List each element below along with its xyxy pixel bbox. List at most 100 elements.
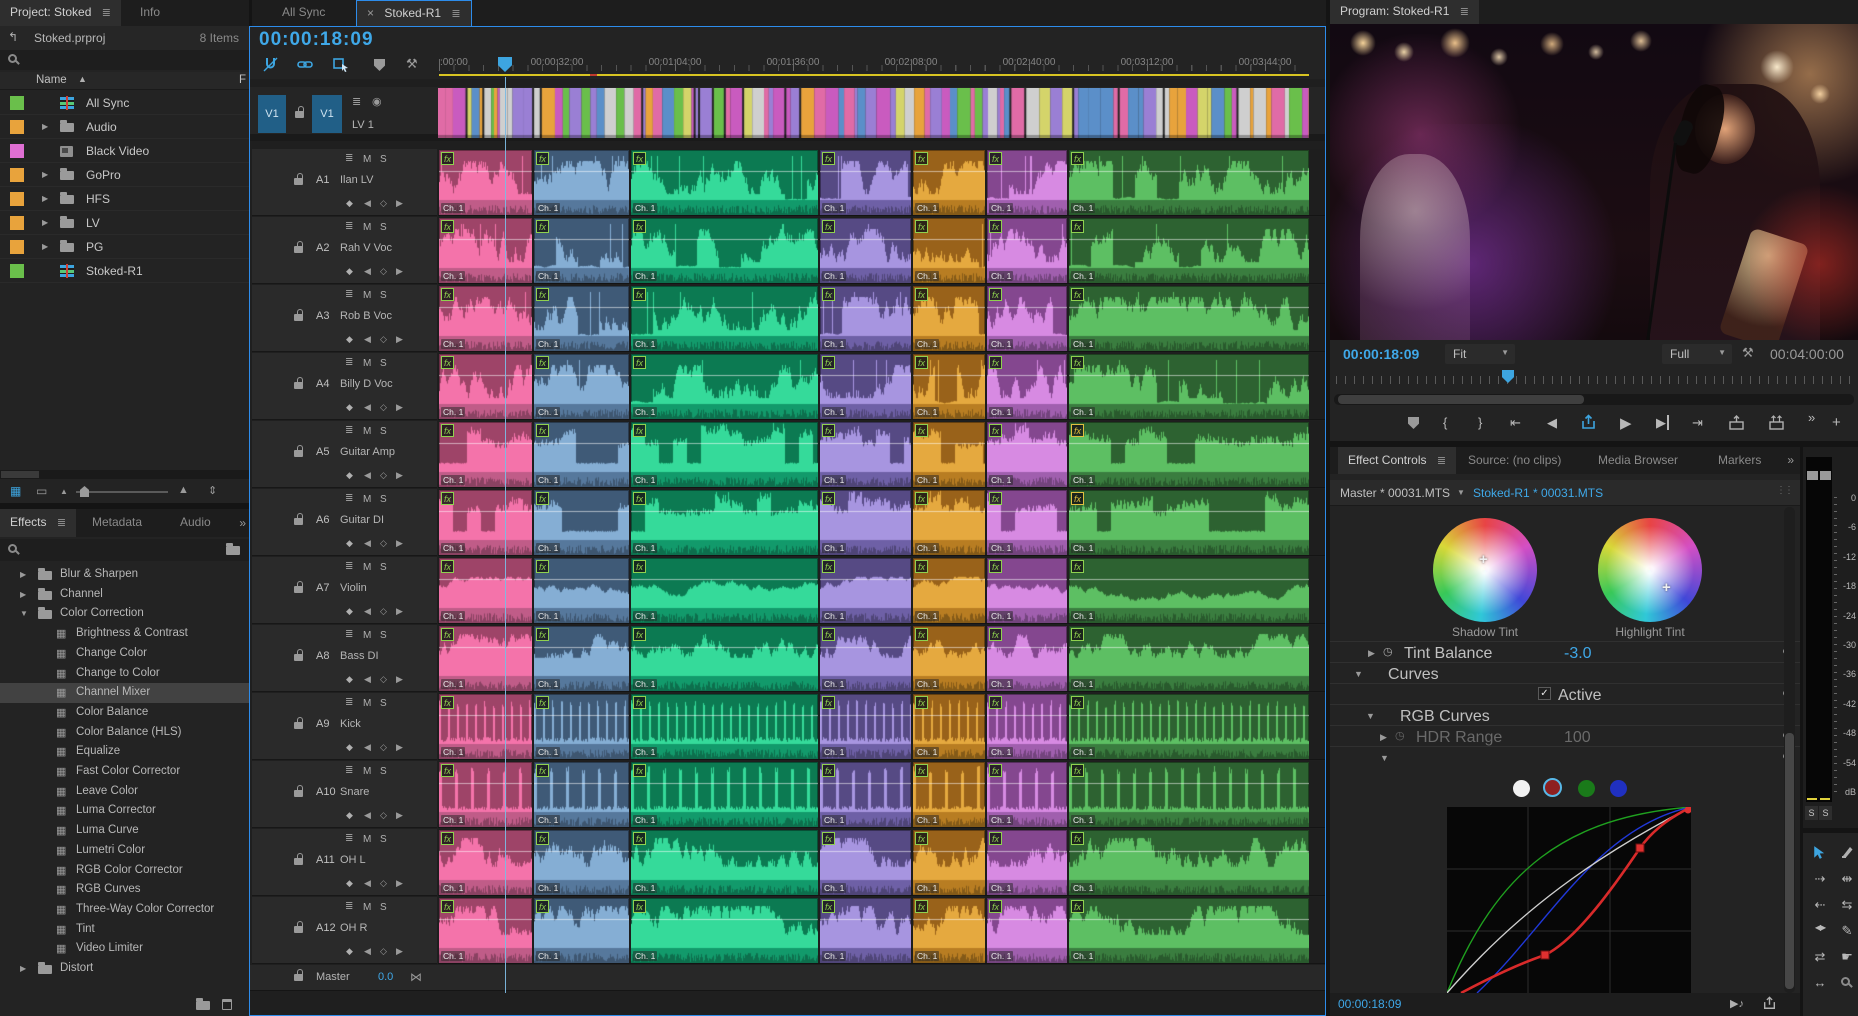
project-item-row[interactable]: All Sync [0, 91, 249, 115]
collapse-arrow-icon[interactable]: ▼ [1380, 753, 1389, 763]
go-to-out-button[interactable]: ⇥ [1692, 415, 1703, 431]
effects-tree-row[interactable]: ▦Three-Way Color Corrector [0, 900, 249, 920]
fx-badge[interactable]: fx [1071, 764, 1084, 777]
fx-badge[interactable]: fx [536, 764, 549, 777]
zoom-level-dropdown[interactable]: Fit ▼ [1445, 344, 1515, 364]
keyframe-icon[interactable]: ◇ [380, 470, 387, 481]
lift-button[interactable] [1728, 415, 1745, 435]
program-zoom-scrollbar[interactable] [1334, 394, 1854, 405]
keyframe-icon[interactable]: ◇ [380, 198, 387, 209]
fx-badge[interactable]: fx [822, 900, 835, 913]
go-to-in-button[interactable]: ⇤ [1510, 415, 1521, 431]
audio-clip[interactable]: fxCh. 1 [631, 626, 818, 691]
audio-clip[interactable]: fxCh. 1 [439, 626, 532, 691]
next-keyframe-icon[interactable]: ▶ [396, 606, 403, 617]
fx-badge[interactable]: fx [536, 356, 549, 369]
playhead-line[interactable] [505, 77, 506, 993]
keyframe-add-icon[interactable]: ◆ [346, 606, 353, 617]
mute-button[interactable]: M [363, 494, 371, 505]
collapse-arrow-icon[interactable]: ▼ [1366, 711, 1375, 721]
fx-badge[interactable]: fx [822, 832, 835, 845]
fx-badge[interactable]: fx [1071, 492, 1084, 505]
audio-clip[interactable]: fxCh. 1 [820, 150, 911, 215]
sequence-clip-link[interactable]: Stoked-R1 * 00031.MTS [1473, 486, 1603, 500]
audio-clip[interactable]: fxCh. 1 [631, 898, 818, 963]
tab-metadata[interactable]: Metadata [82, 509, 152, 537]
next-keyframe-icon[interactable]: ▶ [396, 878, 403, 889]
v1-clips-strip[interactable] [438, 88, 1309, 138]
fx-badge[interactable]: fx [989, 764, 1002, 777]
track-settings-icon[interactable]: ≣ [345, 425, 353, 436]
keyframe-add-icon[interactable]: ◆ [346, 538, 353, 549]
audio-clip[interactable]: fxCh. 1 [631, 286, 818, 351]
fx-badge[interactable]: fx [915, 628, 928, 641]
track-lock-icon[interactable] [294, 974, 303, 981]
label-color-chip[interactable] [10, 168, 24, 182]
audio-clip[interactable]: fxCh. 1 [534, 354, 629, 419]
audio-clip[interactable]: fxCh. 1 [820, 422, 911, 487]
audio-clip[interactable]: fxCh. 1 [631, 422, 818, 487]
prev-keyframe-icon[interactable]: ◀ [364, 674, 371, 685]
list-view-button[interactable]: ▦ [10, 484, 21, 498]
audio-clip[interactable]: fxCh. 1 [987, 150, 1067, 215]
mute-button[interactable]: M [363, 358, 371, 369]
audio-track-header-a9[interactable]: ≣MSA9Kick◆◀◇▶ [252, 693, 437, 760]
audio-clip[interactable]: fxCh. 1 [534, 762, 629, 827]
audio-clip[interactable]: fxCh. 1 [820, 354, 911, 419]
highlight-tint-crosshair[interactable]: + [1662, 579, 1671, 596]
fx-badge[interactable]: fx [536, 832, 549, 845]
fx-badge[interactable]: fx [915, 424, 928, 437]
audio-clip[interactable]: fxCh. 1 [631, 490, 818, 555]
audio-clip[interactable]: fxCh. 1 [534, 490, 629, 555]
audio-clip[interactable]: fxCh. 1 [820, 558, 911, 623]
effects-tree-row[interactable]: ▦Luma Corrector [0, 801, 249, 821]
audio-clip[interactable]: fxCh. 1 [913, 150, 985, 215]
audio-clip[interactable]: fxCh. 1 [534, 150, 629, 215]
track-lock-icon[interactable] [294, 382, 303, 389]
fx-badge[interactable]: fx [989, 152, 1002, 165]
curve-channel-red-dot[interactable] [1543, 778, 1562, 797]
close-icon[interactable]: × [367, 6, 374, 20]
tab-effects[interactable]: Effects ≣ [0, 509, 76, 537]
fx-badge[interactable]: fx [536, 560, 549, 573]
track-lock-icon[interactable] [294, 518, 303, 525]
prev-keyframe-icon[interactable]: ◀ [364, 266, 371, 277]
audio-clip[interactable]: fxCh. 1 [987, 286, 1067, 351]
audio-clip[interactable]: fxCh. 1 [913, 830, 985, 895]
track-settings-icon[interactable]: ≣ [352, 95, 361, 108]
razor-tool[interactable] [1836, 845, 1858, 863]
track-settings-icon[interactable]: ≣ [345, 901, 353, 912]
tab-info[interactable]: Info [130, 0, 170, 26]
audio-track-header-a10[interactable]: ≣MSA10Snare◆◀◇▶ [252, 761, 437, 828]
play-button[interactable]: ▶ [1620, 414, 1632, 432]
curve-channel-green-dot[interactable] [1578, 780, 1595, 797]
audio-clip[interactable]: fxCh. 1 [631, 694, 818, 759]
button-editor-plus[interactable]: + [1832, 414, 1841, 431]
track-settings-icon[interactable]: ≣ [345, 357, 353, 368]
tab-stoked-r1-sequence[interactable]: × Stoked-R1 ≣ [356, 0, 472, 26]
track-settings-icon[interactable]: ≣ [345, 833, 353, 844]
audio-clip[interactable]: fxCh. 1 [913, 422, 985, 487]
pen-tool[interactable]: ✎ [1836, 923, 1858, 941]
keyframe-add-icon[interactable]: ◆ [346, 742, 353, 753]
fx-badge[interactable]: fx [633, 560, 646, 573]
column-header-name[interactable]: Name [36, 74, 67, 86]
audio-clip[interactable]: fxCh. 1 [820, 286, 911, 351]
prev-keyframe-icon[interactable]: ◀ [364, 198, 371, 209]
fx-badge[interactable]: fx [441, 492, 454, 505]
fx-badge[interactable]: fx [989, 356, 1002, 369]
panel-menu-icon[interactable]: ≣ [1460, 6, 1469, 18]
solo-button[interactable]: S [380, 358, 387, 369]
effects-tree-row[interactable]: ▦Leave Color [0, 782, 249, 802]
folder-up-icon[interactable]: ↰ [8, 30, 18, 44]
audio-clip[interactable]: fxCh. 1 [534, 830, 629, 895]
keyframe-add-icon[interactable]: ◆ [346, 266, 353, 277]
disclosure-arrow-icon[interactable]: ▶ [42, 242, 48, 251]
sort-ascending-icon[interactable]: ▲ [78, 74, 87, 84]
playback-resolution-dropdown[interactable]: Full ▼ [1662, 344, 1732, 364]
audio-track-header-a3[interactable]: ≣MSA3Rob B Voc◆◀◇▶ [252, 285, 437, 352]
fx-badge[interactable]: fx [536, 288, 549, 301]
tab-media-browser[interactable]: Media Browser [1588, 447, 1688, 474]
grip-handle-icon[interactable]: ⋮⋮ [1776, 485, 1792, 496]
audio-clip[interactable]: fxCh. 1 [534, 694, 629, 759]
